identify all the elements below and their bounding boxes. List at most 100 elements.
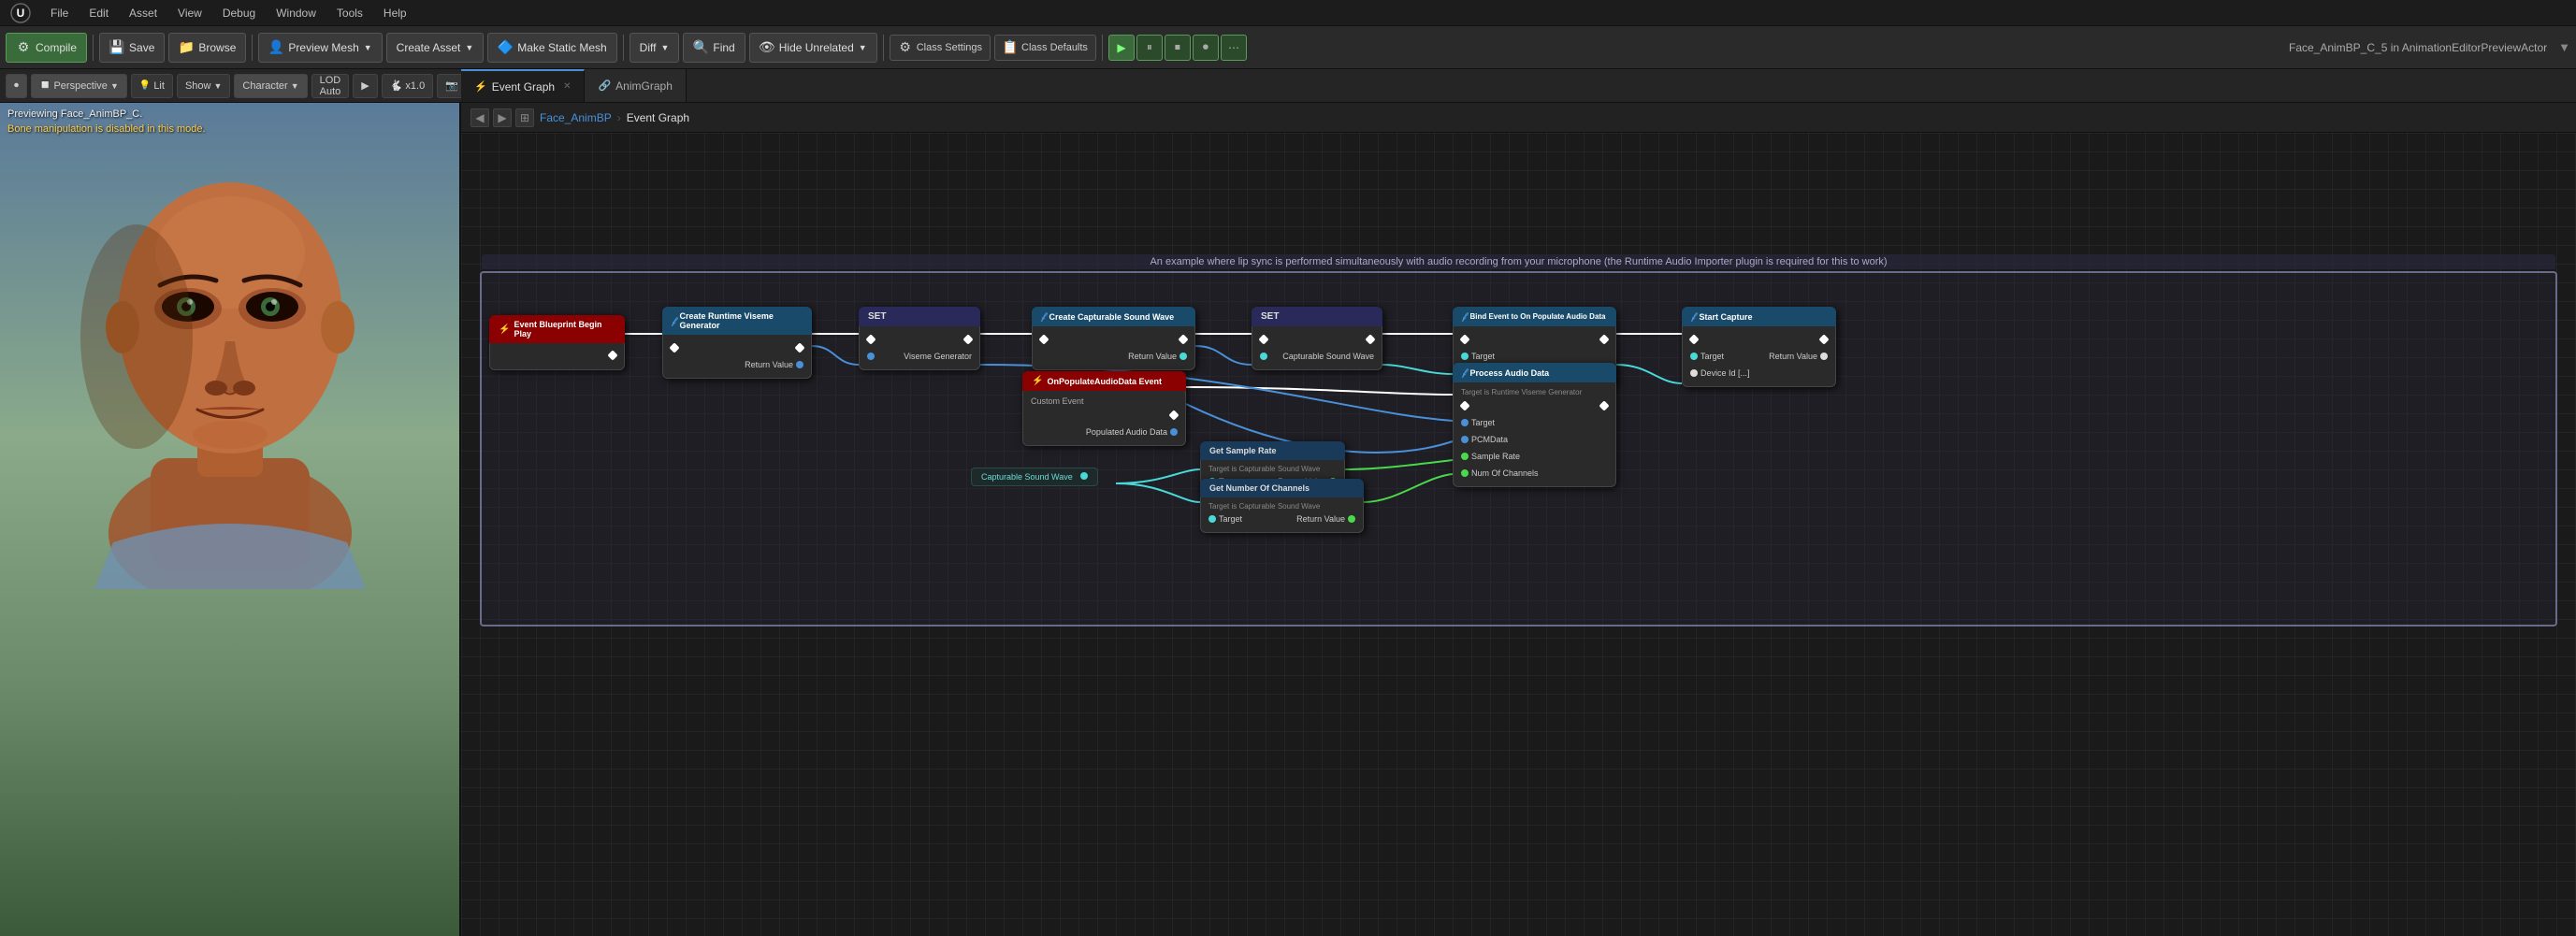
node-body bbox=[489, 343, 625, 370]
realtime-toggle[interactable]: ⏺ bbox=[6, 74, 27, 98]
find-button[interactable]: 🔍 Find bbox=[683, 33, 745, 63]
save-button[interactable]: 💾 Save bbox=[99, 33, 165, 63]
play-button[interactable]: ▶ bbox=[1108, 35, 1135, 61]
data-label: Populated Audio Data bbox=[1086, 427, 1167, 437]
menu-window[interactable]: Window bbox=[267, 5, 326, 22]
make-static-mesh-button[interactable]: 🔷 Make Static Mesh bbox=[487, 33, 616, 63]
class-settings-icon: ⚙ bbox=[898, 40, 913, 55]
breadcrumb-root[interactable]: Face_AnimBP bbox=[540, 111, 612, 124]
menu-edit[interactable]: Edit bbox=[80, 5, 118, 22]
tab-close-event-graph[interactable]: ✕ bbox=[563, 81, 571, 92]
create-asset-button[interactable]: Create Asset ▼ bbox=[386, 33, 485, 63]
preview-actor-dropdown-icon[interactable]: ▼ bbox=[2558, 40, 2570, 54]
pin-row-data: Populated Audio Data bbox=[1031, 424, 1178, 440]
set-title: SET bbox=[1261, 311, 1279, 322]
record-button[interactable]: ⏺ bbox=[1193, 35, 1219, 61]
return-pin bbox=[1179, 353, 1187, 360]
sample-pin bbox=[1461, 453, 1469, 460]
menu-debug[interactable]: Debug bbox=[213, 5, 265, 22]
back-icon: ◀ bbox=[475, 111, 484, 124]
tab-anim-graph[interactable]: 🔗 AnimGraph bbox=[585, 69, 686, 102]
exec-in bbox=[865, 334, 876, 344]
create-asset-dropdown-icon: ▼ bbox=[465, 43, 473, 52]
node-on-populate-audio-data[interactable]: ⚡ OnPopulateAudioData Event Custom Event… bbox=[1022, 371, 1186, 446]
exec-out bbox=[1599, 400, 1609, 410]
exec-out bbox=[1365, 334, 1375, 344]
pin-row-exec bbox=[1040, 331, 1187, 348]
node-body: Viseme Generator bbox=[859, 326, 980, 370]
more-options-button[interactable]: ⋯ bbox=[1221, 35, 1247, 61]
speed-icon: 🐇 bbox=[390, 79, 403, 92]
return-label: Return Value bbox=[1296, 514, 1345, 524]
character-svg bbox=[76, 103, 384, 589]
pin-row-return: Return Value bbox=[671, 356, 803, 373]
menu-asset[interactable]: Asset bbox=[120, 5, 166, 22]
step-button[interactable]: ⏸ bbox=[1136, 35, 1163, 61]
node-title: Get Number Of Channels bbox=[1209, 483, 1310, 493]
breadcrumb-fit-button[interactable]: ⊞ bbox=[515, 108, 534, 127]
compile-button[interactable]: ⚙ Compile bbox=[6, 33, 87, 63]
lod-button[interactable]: LOD Auto bbox=[311, 74, 350, 98]
node-set-viseme[interactable]: SET Viseme Generator bbox=[859, 307, 980, 370]
breadcrumb-back-button[interactable]: ◀ bbox=[470, 108, 489, 127]
node-title: Create Capturable Sound Wave bbox=[1049, 312, 1174, 322]
node-set-capturable[interactable]: SET Capturable Sound Wave bbox=[1252, 307, 1382, 370]
return-pin bbox=[796, 361, 803, 368]
func-icon: 𝒻 bbox=[672, 316, 675, 326]
node-get-number-of-channels[interactable]: Get Number Of Channels Target is Captura… bbox=[1200, 479, 1364, 533]
node-start-capture[interactable]: 𝒻 Start Capture Target Return bbox=[1682, 307, 1836, 387]
blueprint-canvas[interactable]: An example where lip sync is performed s… bbox=[461, 133, 2576, 936]
target-pin bbox=[1461, 419, 1469, 426]
pin-row-exec bbox=[1461, 397, 1608, 414]
play-anim-button[interactable]: ▶ bbox=[353, 74, 377, 98]
target-label: Target bbox=[1471, 352, 1495, 361]
node-create-capturable-sound-wave[interactable]: 𝒻 Create Capturable Sound Wave Return Va… bbox=[1032, 307, 1195, 370]
pin-row-viseme: Viseme Generator bbox=[867, 348, 972, 365]
viseme-label: Viseme Generator bbox=[904, 352, 972, 361]
exec-out bbox=[962, 334, 973, 344]
viewport-panel: ⏺ 🔲 Perspective ▼ 💡 Lit Show ▼ Character… bbox=[0, 69, 461, 936]
browse-button[interactable]: 📁 Browse bbox=[168, 33, 246, 63]
pin-row-exec bbox=[867, 331, 972, 348]
class-defaults-button[interactable]: 📋 Class Defaults bbox=[994, 35, 1096, 61]
perspective-button[interactable]: 🔲 Perspective ▼ bbox=[31, 74, 127, 98]
event-icon: ⚡ bbox=[499, 324, 510, 335]
stop-button[interactable]: ⏹ bbox=[1165, 35, 1191, 61]
menu-help[interactable]: Help bbox=[374, 5, 416, 22]
preview-mesh-button[interactable]: 👤 Preview Mesh ▼ bbox=[258, 33, 382, 63]
diff-button[interactable]: Diff ▼ bbox=[630, 33, 680, 63]
node-title: Create Runtime Viseme Generator bbox=[679, 311, 803, 330]
character-button[interactable]: Character ▼ bbox=[234, 74, 307, 98]
menu-tools[interactable]: Tools bbox=[327, 5, 372, 22]
hide-unrelated-button[interactable]: 👁 Hide Unrelated ▼ bbox=[749, 33, 877, 63]
node-process-audio-data[interactable]: 𝒻 Process Audio Data Target is Runtime V… bbox=[1453, 363, 1616, 487]
camera-icon: 📷 bbox=[445, 79, 458, 92]
node-create-runtime-vrg[interactable]: 𝒻 Create Runtime Viseme Generator Return… bbox=[662, 307, 812, 379]
speed-button[interactable]: 🐇 x1.0 bbox=[382, 74, 434, 98]
subtitle: Custom Event bbox=[1031, 396, 1178, 407]
node-title: Start Capture bbox=[1699, 312, 1752, 322]
menu-view[interactable]: View bbox=[168, 5, 211, 22]
realtime-icon: ⏺ bbox=[14, 80, 19, 91]
perspective-icon: 🔲 bbox=[39, 80, 51, 91]
viewport-canvas[interactable]: Previewing Face_AnimBP_C. Bone manipulat… bbox=[0, 103, 459, 936]
pin-row: Target Return Value bbox=[1208, 511, 1355, 527]
sample-label: Sample Rate bbox=[1471, 452, 1520, 461]
lit-button[interactable]: 💡 Lit bbox=[131, 74, 173, 98]
show-button[interactable]: Show ▼ bbox=[177, 74, 230, 98]
preview-mesh-dropdown-icon: ▼ bbox=[364, 43, 372, 52]
node-event-begin-play[interactable]: ⚡ Event Blueprint Begin Play bbox=[489, 315, 625, 370]
menu-file[interactable]: File bbox=[41, 5, 78, 22]
tab-event-graph[interactable]: ⚡ Event Graph ✕ bbox=[461, 69, 585, 102]
breadcrumb-nav: ◀ ▶ ⊞ bbox=[470, 108, 534, 127]
pin-row bbox=[671, 339, 803, 356]
class-settings-button[interactable]: ⚙ Class Settings bbox=[890, 35, 991, 61]
pin-row-sample: Sample Rate bbox=[1461, 448, 1608, 465]
breadcrumb-forward-button[interactable]: ▶ bbox=[493, 108, 512, 127]
target-label: Target bbox=[1471, 418, 1495, 427]
lit-icon: 💡 bbox=[139, 80, 151, 91]
set-title: SET bbox=[868, 311, 886, 322]
device-label: Device Id [...] bbox=[1700, 368, 1750, 378]
return-label: Return Value bbox=[745, 360, 793, 369]
node-csw-variable[interactable]: Capturable Sound Wave bbox=[971, 468, 1098, 486]
